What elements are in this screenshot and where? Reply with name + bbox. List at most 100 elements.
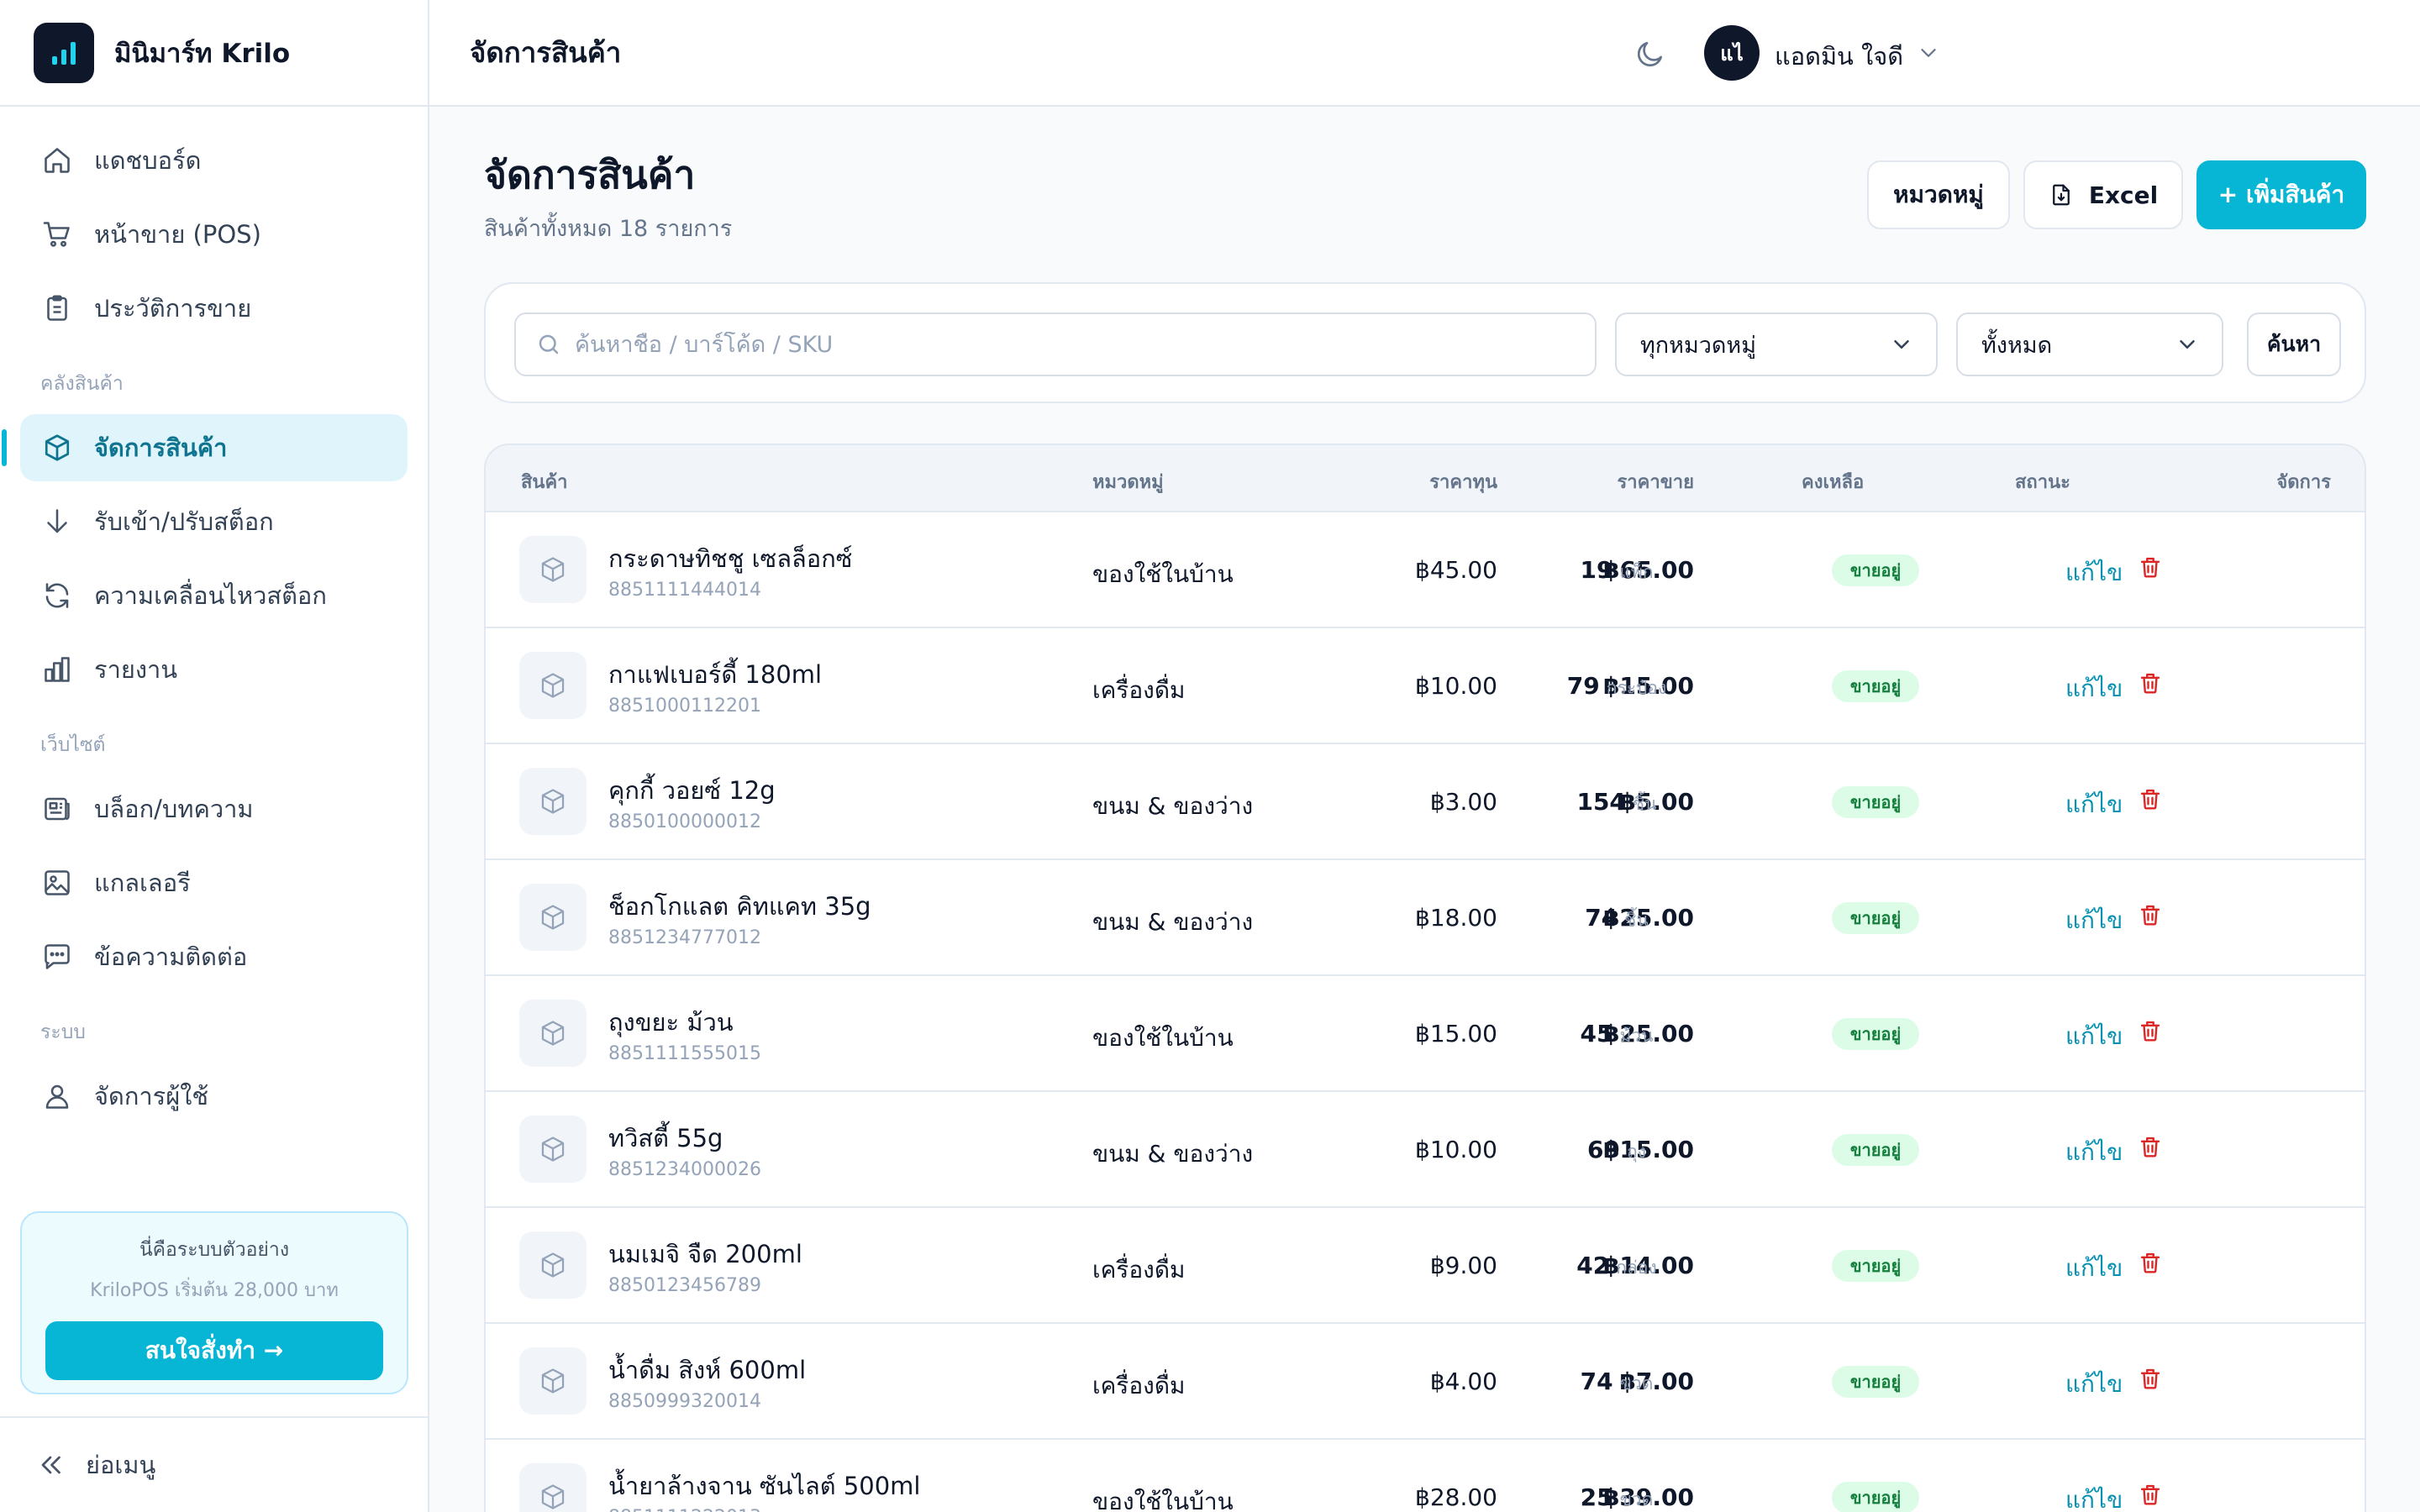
sidebar-item-stock-in[interactable]: รับเข้า/ปรับสต็อก <box>20 488 408 555</box>
sidebar-item-pos[interactable]: หน้าขาย (POS) <box>20 201 408 268</box>
collapse-menu-button[interactable]: ย่อเมนู <box>0 1416 428 1512</box>
product-name: ช็อกโกแลต คิทแคท 35g <box>608 892 871 921</box>
col-status[interactable]: สถานะ <box>2015 467 2070 496</box>
delete-button[interactable] <box>2138 1018 2163 1043</box>
clipboard-icon <box>40 291 74 325</box>
product-name: ถุงขยะ ม้วน <box>608 1008 734 1037</box>
status-select-value: ทั้งหมด <box>1981 332 2053 359</box>
page-subtitle: สินค้าทั้งหมด 18 รายการ <box>484 216 733 242</box>
edit-link[interactable]: แก้ไข <box>2065 554 2123 591</box>
product-category: ขนม & ของว่าง <box>1092 792 1254 820</box>
product-stock: 69 ถุง <box>1507 1136 1726 1166</box>
product-category: ขนม & ของว่าง <box>1092 908 1254 936</box>
col-product[interactable]: สินค้า <box>521 467 568 496</box>
add-product-button[interactable]: + เพิ่มสินค้า <box>2196 160 2366 229</box>
stock-unit: ขวด <box>1619 1489 1654 1509</box>
table-row[interactable]: น้ำยาล้างจาน ซันไลต์ 500ml 8851111222013… <box>486 1440 2365 1512</box>
table-row[interactable]: กาแฟเบอร์ดี้ 180ml 8851000112201 เครื่อง… <box>486 628 2365 744</box>
chevron-down-icon[interactable] <box>1916 40 1941 66</box>
status-badge: ขายอยู่ <box>1832 670 1919 702</box>
status-badge: ขายอยู่ <box>1832 1482 1919 1512</box>
status-badge: ขายอยู่ <box>1832 1018 1919 1050</box>
col-cost[interactable]: ราคาทุน <box>1429 467 1497 496</box>
bar-chart-icon <box>40 653 74 686</box>
newspaper-icon <box>40 792 74 826</box>
delete-button[interactable] <box>2138 1134 2163 1159</box>
product-category: ของใช้ในบ้าน <box>1092 560 1234 588</box>
product-name: กระดาษทิชชู เซลล็อกซ์ <box>608 544 853 573</box>
table-row[interactable]: คุกกี้ วอยซ์ 12g 8850100000012 ขนม & ของ… <box>486 744 2365 860</box>
status-badge: ขายอยู่ <box>1832 1366 1919 1398</box>
brand-logo-icon <box>34 22 94 83</box>
sidebar-item-sales-history[interactable]: ประวัติการขาย <box>20 275 408 342</box>
product-thumbnail <box>519 768 587 835</box>
product-stock: 154 ชิ้น <box>1507 788 1726 818</box>
table-row[interactable]: ถุงขยะ ม้วน 8851111555015 ของใช้ในบ้าน ฿… <box>486 976 2365 1092</box>
delete-button[interactable] <box>2138 1366 2163 1391</box>
status-select[interactable]: ทั้งหมด <box>1956 312 2223 376</box>
excel-export-button[interactable]: Excel <box>2023 160 2183 229</box>
category-select[interactable]: ทุกหมวดหมู่ <box>1615 312 1938 376</box>
sidebar-item-label: หน้าขาย (POS) <box>94 220 261 249</box>
edit-link[interactable]: แก้ไข <box>2065 1482 2123 1512</box>
edit-link[interactable]: แก้ไข <box>2065 1018 2123 1055</box>
product-name: น้ำดื่ม สิงห์ 600ml <box>608 1356 807 1384</box>
box-icon <box>541 1137 565 1162</box>
table-row[interactable]: กระดาษทิชชู เซลล็อกซ์ 8851111444014 ของใ… <box>486 512 2365 628</box>
categories-button[interactable]: หมวดหมู่ <box>1867 160 2010 229</box>
product-cost: ฿3.00 <box>1429 788 1497 816</box>
section-website: เว็บไซต์ <box>40 734 106 756</box>
sidebar-item-contact-messages[interactable]: ข้อความติดต่อ <box>20 923 408 990</box>
sidebar-item-label: ประวัติการขาย <box>94 294 252 323</box>
dark-mode-toggle[interactable] <box>1632 35 1669 72</box>
brand[interactable]: มินิมาร์ท Krilo <box>0 0 428 107</box>
section-inventory: คลังสินค้า <box>40 373 124 395</box>
col-price[interactable]: ราคาขาย <box>1617 467 1694 496</box>
edit-link[interactable]: แก้ไข <box>2065 786 2123 823</box>
edit-link[interactable]: แก้ไข <box>2065 1250 2123 1287</box>
delete-button[interactable] <box>2138 1250 2163 1275</box>
stock-qty: 154 <box>1576 788 1626 816</box>
table-row[interactable]: นมเมจิ จืด 200ml 8850123456789 เครื่องดื… <box>486 1208 2365 1324</box>
user-name[interactable]: แอดมิน ใจดี <box>1775 37 1903 76</box>
box-icon <box>541 1368 565 1394</box>
edit-link[interactable]: แก้ไข <box>2065 902 2123 939</box>
table-row[interactable]: ช็อกโกแลต คิทแคท 35g 8851234777012 ขนม &… <box>486 860 2365 976</box>
product-name: คุกกี้ วอยซ์ 12g <box>608 776 776 805</box>
box-icon <box>541 1021 565 1046</box>
col-stock[interactable]: คงเหลือ <box>1802 467 1864 496</box>
avatar[interactable]: แไ <box>1704 25 1760 81</box>
sidebar-item-users[interactable]: จัดการผู้ใช้ <box>20 1063 408 1130</box>
promo-order-button[interactable]: สนใจสั่งทำ → <box>45 1321 383 1380</box>
table-row[interactable]: น้ำดื่ม สิงห์ 600ml 8850999320014 เครื่อ… <box>486 1324 2365 1440</box>
edit-link[interactable]: แก้ไข <box>2065 1366 2123 1403</box>
delete-button[interactable] <box>2138 902 2163 927</box>
message-icon <box>40 940 74 974</box>
edit-link[interactable]: แก้ไข <box>2065 670 2123 707</box>
table-row[interactable]: ทวิสตี้ 55g 8851234000026 ขนม & ของว่าง … <box>486 1092 2365 1208</box>
product-name: ทวิสตี้ 55g <box>608 1124 723 1152</box>
category-select-value: ทุกหมวดหมู่ <box>1640 332 1757 359</box>
product-thumbnail <box>519 1463 587 1512</box>
sidebar-item-blog[interactable]: บล็อก/บทความ <box>20 775 408 843</box>
delete-button[interactable] <box>2138 670 2163 696</box>
sidebar-item-reports[interactable]: รายงาน <box>20 636 408 703</box>
delete-button[interactable] <box>2138 1482 2163 1507</box>
product-stock: 45 ม้วน <box>1507 1020 1726 1050</box>
col-actions: จัดการ <box>2276 472 2331 493</box>
sidebar-item-dashboard[interactable]: แดชบอร์ด <box>20 127 408 194</box>
delete-button[interactable] <box>2138 786 2163 811</box>
product-stock: 79 กระป๋อง <box>1507 672 1726 702</box>
box-icon <box>541 557 565 582</box>
search-input[interactable] <box>575 331 1566 358</box>
sidebar-item-products[interactable]: จัดการสินค้า <box>2 414 408 481</box>
stock-unit: ชิ้น <box>1624 910 1649 930</box>
edit-link[interactable]: แก้ไข <box>2065 1134 2123 1171</box>
search-button[interactable]: ค้นหา <box>2247 312 2341 376</box>
sidebar-item-gallery[interactable]: แกลเลอรี <box>20 849 408 916</box>
sidebar-item-stock-movement[interactable]: ความเคลื่อนไหวสต็อก <box>20 562 408 629</box>
col-category[interactable]: หมวดหมู่ <box>1092 467 1164 496</box>
product-stock: 42 กล่อง <box>1507 1252 1726 1282</box>
product-sku: 8851000112201 <box>608 696 761 717</box>
delete-button[interactable] <box>2138 554 2163 580</box>
